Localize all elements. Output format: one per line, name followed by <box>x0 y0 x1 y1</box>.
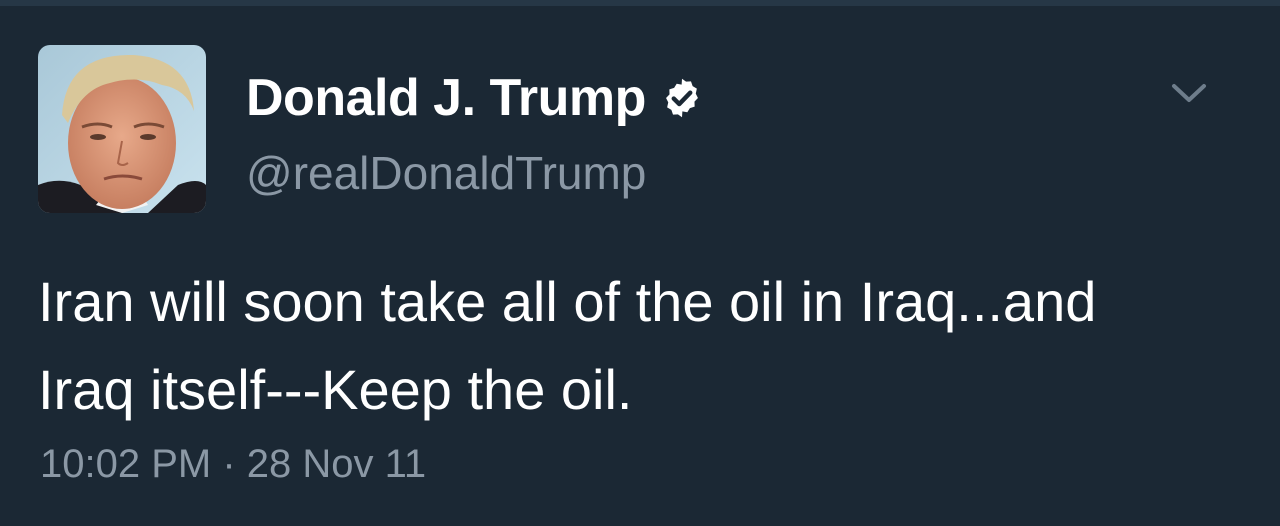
author-row: Donald J. Trump <box>246 66 704 130</box>
chevron-down-icon[interactable] <box>1168 78 1210 108</box>
tweet-text-line: Iran will soon take all of the oil in Ir… <box>38 270 1097 333</box>
tweet-text-line: Iraq itself---Keep the oil. <box>38 358 633 421</box>
avatar[interactable] <box>38 45 206 213</box>
display-name[interactable]: Donald J. Trump <box>246 68 646 128</box>
top-strip <box>0 0 1280 6</box>
verified-badge-icon <box>660 76 704 120</box>
tweet-text: Iran will soon take all of the oil in Ir… <box>38 258 1248 434</box>
avatar-portrait <box>38 45 206 213</box>
tweet-timestamp[interactable]: 10:02 PM · 28 Nov 11 <box>40 442 426 487</box>
user-handle[interactable]: @realDonaldTrump <box>246 146 646 200</box>
